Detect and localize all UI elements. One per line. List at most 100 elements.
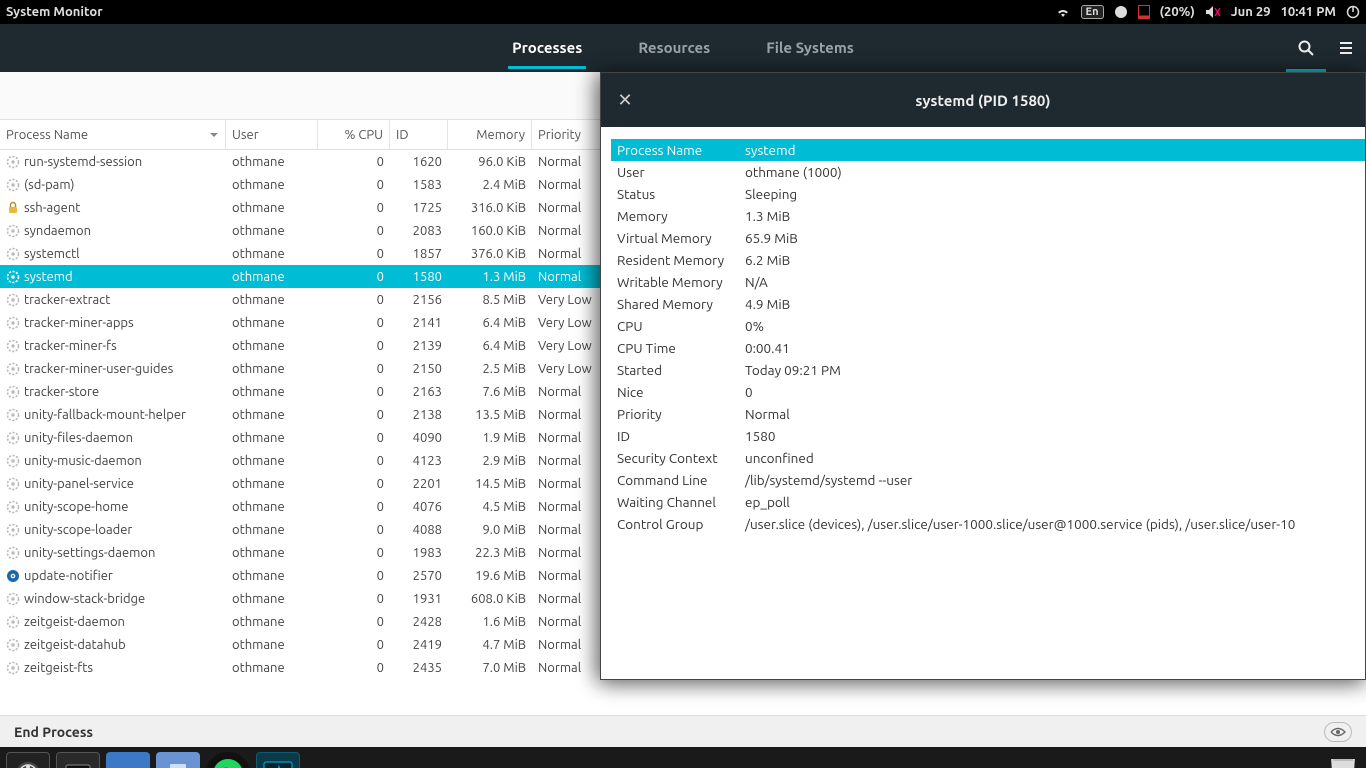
detail-table: Process NamesystemdUserothmane (1000)Sta… <box>611 139 1365 535</box>
process-cpu: 0 <box>318 615 390 629</box>
dock-files[interactable] <box>156 752 200 768</box>
system-monitor-icon <box>263 761 293 768</box>
detail-row[interactable]: Virtual Memory65.9 MiB <box>611 227 1365 249</box>
process-id: 2083 <box>390 224 448 238</box>
detail-key: Nice <box>611 381 739 403</box>
detail-value: Normal <box>739 403 1365 425</box>
process-cpu: 0 <box>318 546 390 560</box>
header-menu-button[interactable] <box>1326 24 1366 72</box>
col-header-id[interactable]: ID <box>390 120 448 149</box>
process-name: zeitgeist-daemon <box>24 615 125 629</box>
dock-app-3[interactable] <box>106 752 150 768</box>
dock-dash[interactable] <box>6 752 50 768</box>
panel-date[interactable]: Jun 29 <box>1231 5 1271 19</box>
process-priority: Normal <box>532 477 598 491</box>
col-header-priority[interactable]: Priority <box>532 120 598 149</box>
process-cpu: 0 <box>318 155 390 169</box>
detail-close-button[interactable]: ✕ <box>601 90 649 111</box>
process-cpu: 0 <box>318 362 390 376</box>
volume-muted-icon[interactable] <box>1205 5 1221 19</box>
process-memory: 376.0 KiB <box>448 247 532 261</box>
process-user: othmane <box>226 546 318 560</box>
detail-row[interactable]: ID1580 <box>611 425 1365 447</box>
process-memory: 316.0 KiB <box>448 201 532 215</box>
process-user: othmane <box>226 224 318 238</box>
process-cpu: 0 <box>318 316 390 330</box>
process-user: othmane <box>226 270 318 284</box>
process-cpu: 0 <box>318 408 390 422</box>
process-memory: 19.6 MiB <box>448 569 532 583</box>
process-user: othmane <box>226 362 318 376</box>
detail-key: Command Line <box>611 469 739 491</box>
process-priority: Normal <box>532 592 598 606</box>
ubuntu-icon <box>17 763 39 768</box>
end-process-button[interactable]: End Process <box>14 724 93 740</box>
detail-row[interactable]: Waiting Channelep_poll <box>611 491 1365 513</box>
process-name: tracker-miner-user-guides <box>24 362 173 376</box>
detail-row[interactable]: CPU Time0:00.41 <box>611 337 1365 359</box>
detail-key: Control Group <box>611 513 739 535</box>
panel-time[interactable]: 10:41 PM <box>1281 5 1336 19</box>
process-user: othmane <box>226 178 318 192</box>
tab-resources[interactable]: Resources <box>634 27 714 69</box>
col-header-memory[interactable]: Memory <box>448 120 532 149</box>
detail-row[interactable]: PriorityNormal <box>611 403 1365 425</box>
process-icon <box>6 270 20 284</box>
wifi-icon[interactable] <box>1055 6 1071 18</box>
detail-key: User <box>611 161 739 183</box>
power-icon[interactable] <box>1346 5 1360 19</box>
dock-spotify[interactable] <box>206 752 250 768</box>
col-header-cpu[interactable]: % CPU <box>318 120 390 149</box>
process-memory: 1.6 MiB <box>448 615 532 629</box>
dock-system-monitor[interactable] <box>256 752 300 768</box>
detail-value: 0 <box>739 381 1365 403</box>
detail-row[interactable]: StatusSleeping <box>611 183 1365 205</box>
chat-icon[interactable] <box>1114 5 1128 19</box>
detail-row[interactable]: StartedToday 09:21 PM <box>611 359 1365 381</box>
process-id: 4123 <box>390 454 448 468</box>
header-search-button[interactable] <box>1286 27 1326 72</box>
desktop-top-panel: System Monitor En (20%) Jun 29 10:41 PM <box>0 0 1366 24</box>
detail-row[interactable]: Security Contextunconfined <box>611 447 1365 469</box>
tab-processes[interactable]: Processes <box>508 27 586 69</box>
process-icon <box>6 362 20 376</box>
col-header-user[interactable]: User <box>226 120 318 149</box>
detail-value: 1580 <box>739 425 1365 447</box>
detail-row[interactable]: Process Namesystemd <box>611 139 1365 161</box>
detail-row[interactable]: CPU0% <box>611 315 1365 337</box>
detail-row[interactable]: Memory1.3 MiB <box>611 205 1365 227</box>
detail-key: Started <box>611 359 739 381</box>
process-memory: 13.5 MiB <box>448 408 532 422</box>
process-icon <box>6 339 20 353</box>
detail-row[interactable]: Resident Memory6.2 MiB <box>611 249 1365 271</box>
battery-icon[interactable] <box>1138 5 1150 19</box>
process-id: 2435 <box>390 661 448 675</box>
process-memory: 2.9 MiB <box>448 454 532 468</box>
dock-terminal[interactable]: >_ <box>56 752 100 768</box>
detail-value: ep_poll <box>739 491 1365 513</box>
view-toggle-button[interactable] <box>1324 722 1352 742</box>
process-icon <box>6 638 20 652</box>
detail-row[interactable]: Control Group/user.slice (devices), /use… <box>611 513 1365 535</box>
process-priority: Normal <box>532 385 598 399</box>
process-id: 1931 <box>390 592 448 606</box>
detail-row[interactable]: Shared Memory4.9 MiB <box>611 293 1365 315</box>
detail-row[interactable]: Userothmane (1000) <box>611 161 1365 183</box>
process-user: othmane <box>226 293 318 307</box>
detail-value: /lib/systemd/systemd --user <box>739 469 1365 491</box>
dock-trash[interactable] <box>1326 755 1360 768</box>
detail-key: Security Context <box>611 447 739 469</box>
tab-filesystems[interactable]: File Systems <box>762 27 858 69</box>
detail-value: Sleeping <box>739 183 1365 205</box>
keyboard-indicator[interactable]: En <box>1081 5 1104 19</box>
col-header-name[interactable]: Process Name <box>0 120 226 149</box>
process-name: tracker-miner-apps <box>24 316 134 330</box>
process-user: othmane <box>226 615 318 629</box>
detail-row[interactable]: Nice0 <box>611 381 1365 403</box>
process-id: 2156 <box>390 293 448 307</box>
process-priority: Very Low <box>532 339 598 353</box>
detail-row[interactable]: Writable MemoryN/A <box>611 271 1365 293</box>
detail-row[interactable]: Command Line/lib/systemd/systemd --user <box>611 469 1365 491</box>
process-id: 2138 <box>390 408 448 422</box>
detail-value: othmane (1000) <box>739 161 1365 183</box>
